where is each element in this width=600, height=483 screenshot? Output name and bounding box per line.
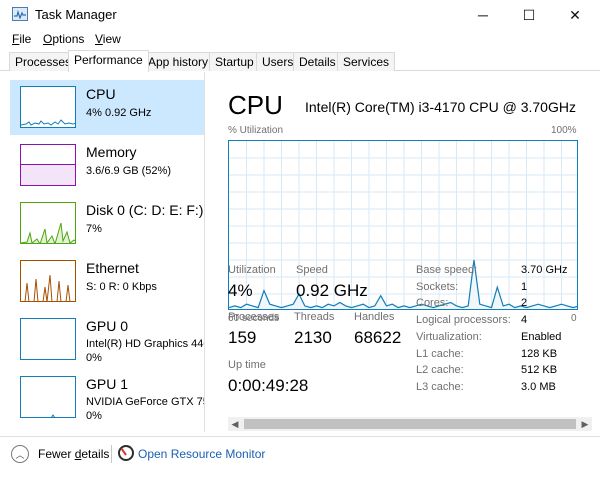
resource-value: S: 0 R: 0 Kbps: [86, 281, 157, 293]
graph-x-right-label: 0: [571, 313, 577, 324]
tab-startup[interactable]: Startup: [209, 52, 260, 71]
tab-performance[interactable]: Performance: [68, 50, 149, 72]
title-bar[interactable]: Task Manager ─ ☐ ✕: [0, 0, 600, 30]
task-manager-icon: [12, 7, 28, 21]
gpu0-thumbnail-graph: [20, 318, 76, 360]
spec-value: 2: [521, 297, 528, 310]
menu-view[interactable]: View: [95, 32, 121, 46]
resource-item-memory[interactable]: Memory 3.6/6.9 GB (52%): [10, 138, 204, 193]
spec-label: Base speed:: [416, 264, 478, 276]
spec-label: Sockets:: [416, 280, 459, 293]
resource-item-cpu[interactable]: CPU 4% 0.92 GHz: [10, 80, 204, 135]
chevron-up-icon[interactable]: ︿: [11, 445, 29, 463]
spec-value: 1: [521, 280, 528, 293]
resource-item-ethernet[interactable]: Ethernet S: 0 R: 0 Kbps: [10, 254, 204, 309]
disk-thumbnail-graph: [20, 202, 76, 244]
resource-value: 4% 0.92 GHz: [86, 107, 152, 119]
spec-label: Logical processors:: [416, 314, 511, 327]
processes-value: 159: [228, 328, 257, 347]
resource-name: GPU 1: [86, 376, 129, 392]
page-title: CPU: [228, 90, 283, 120]
graph-y-max: 100%: [551, 125, 577, 136]
resource-description: NVIDIA GeForce GTX 750: [86, 396, 205, 408]
resource-name: Disk 0 (C: D: E: F:): [86, 202, 204, 218]
resource-name: CPU: [86, 86, 116, 102]
spec-label: L2 cache:: [416, 364, 464, 377]
speed-value: 0.92 GHz: [296, 281, 368, 300]
scrollbar-thumb[interactable]: [244, 419, 576, 429]
horizontal-scrollbar[interactable]: ◀ ▶: [228, 417, 592, 431]
spec-label: Cores:: [416, 297, 449, 310]
scroll-left-arrow-icon[interactable]: ◀: [228, 417, 242, 431]
menu-file[interactable]: File: [12, 32, 31, 46]
resource-name: Memory: [86, 144, 137, 160]
tab-services[interactable]: Services: [337, 52, 396, 71]
resource-value: 3.6/6.9 GB (52%): [86, 165, 171, 177]
resource-item-gpu0[interactable]: GPU 0 Intel(R) HD Graphics 4400 0%: [10, 312, 205, 367]
window-title: Task Manager: [35, 7, 117, 22]
spec-label: L1 cache:: [416, 347, 464, 360]
menu-bar: File Options View: [0, 30, 600, 50]
spec-value: Enabled: [521, 330, 562, 343]
handles-value: 68622: [354, 328, 402, 347]
minimize-button[interactable]: ─: [460, 0, 506, 30]
maximize-button[interactable]: ☐: [506, 0, 552, 30]
memory-thumbnail-graph: [20, 144, 76, 186]
resource-item-gpu1[interactable]: GPU 1 NVIDIA GeForce GTX 750 0%: [10, 370, 205, 425]
tab-processes[interactable]: Processes: [9, 52, 78, 71]
threads-value: 2130: [294, 328, 332, 347]
gpu1-thumbnail-graph: [20, 376, 76, 418]
utilization-label: Utilization: [228, 264, 276, 276]
uptime-value: 0:00:49:28: [228, 376, 309, 395]
utilization-value: 4%: [228, 281, 253, 300]
fewer-details-link[interactable]: Fewer details: [38, 447, 109, 461]
footer-separator: [111, 445, 112, 463]
open-resource-monitor-link[interactable]: Open Resource Monitor: [138, 447, 265, 461]
resource-monitor-icon: [118, 445, 134, 461]
resource-name: Ethernet: [86, 260, 139, 276]
spec-value: 3.70 GHz: [521, 264, 568, 276]
spec-label: L3 cache:: [416, 380, 464, 393]
resource-value: 0%: [86, 352, 102, 364]
spec-label: Virtualization:: [416, 330, 482, 343]
resource-item-disk[interactable]: Disk 0 (C: D: E: F:) 7%: [10, 196, 204, 251]
tab-app-history[interactable]: App history: [142, 52, 215, 71]
spec-value: 3.0 MB: [521, 380, 556, 393]
ethernet-thumbnail-graph: [20, 260, 76, 302]
resource-value: 0%: [86, 410, 102, 422]
spec-value: 4: [521, 314, 528, 327]
resource-value: 7%: [86, 223, 102, 235]
speed-label: Speed: [296, 264, 328, 276]
graph-y-label: % Utilization: [228, 125, 284, 136]
spec-value: 512 KB: [521, 364, 558, 377]
cpu-thumbnail-graph: [20, 86, 76, 128]
scroll-right-arrow-icon[interactable]: ▶: [578, 417, 592, 431]
close-button[interactable]: ✕: [552, 0, 598, 30]
spec-value: 128 KB: [521, 347, 558, 360]
processes-label: Processes: [228, 311, 280, 323]
footer-bar: ︿ Fewer details Open Resource Monitor: [0, 436, 600, 483]
threads-label: Threads: [294, 311, 335, 323]
tab-details[interactable]: Details: [293, 52, 342, 71]
resource-description: Intel(R) HD Graphics 4400: [86, 338, 205, 350]
menu-options[interactable]: Options: [43, 32, 84, 46]
cpu-model-name: Intel(R) Core(TM) i3-4170 CPU @ 3.70GHz: [305, 99, 576, 115]
uptime-label: Up time: [228, 359, 266, 371]
resource-list: CPU 4% 0.92 GHz Memory 3.6/6.9 GB (52%) …: [0, 72, 205, 432]
cpu-detail-panel: CPU Intel(R) Core(TM) i3-4170 CPU @ 3.70…: [206, 72, 600, 432]
resource-name: GPU 0: [86, 318, 129, 334]
tab-bar: Processes Performance App history Startu…: [0, 50, 600, 72]
handles-label: Handles: [354, 311, 395, 323]
